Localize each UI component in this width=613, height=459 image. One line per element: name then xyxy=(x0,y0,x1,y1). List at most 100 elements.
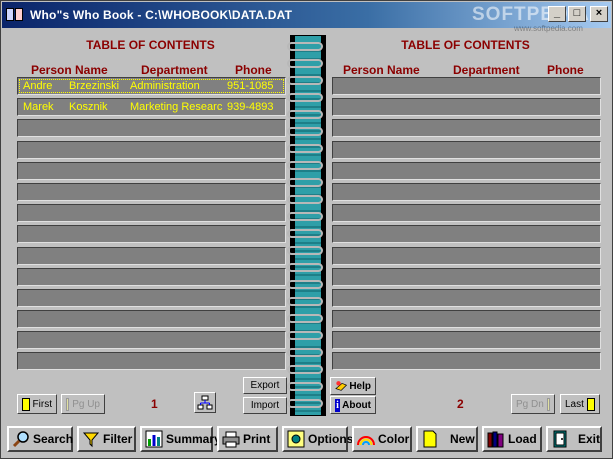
help-icon xyxy=(335,381,348,391)
export-button[interactable]: Export xyxy=(243,377,287,394)
options-icon xyxy=(287,430,305,448)
binder-ring xyxy=(287,314,323,323)
table-row[interactable] xyxy=(332,119,601,138)
right-col-phone: Phone xyxy=(547,63,584,77)
binder-ring xyxy=(287,144,323,153)
new-page-icon xyxy=(423,430,437,448)
person-last-name: Kosznik xyxy=(69,101,108,114)
department-cell: Marketing Researc xyxy=(130,101,223,114)
page-icon xyxy=(66,397,70,411)
binder-ring xyxy=(287,93,323,102)
org-chart-icon xyxy=(197,395,213,409)
phone-cell: 951-1085 xyxy=(227,80,274,92)
color-button[interactable]: Color xyxy=(352,426,412,452)
exit-button[interactable]: Exit xyxy=(546,426,602,452)
table-row[interactable] xyxy=(332,267,601,286)
book-spine xyxy=(287,35,326,416)
table-row[interactable] xyxy=(332,225,601,244)
table-row[interactable] xyxy=(17,352,286,371)
table-row[interactable] xyxy=(17,182,286,201)
table-row[interactable] xyxy=(17,140,286,159)
first-page-button[interactable]: First xyxy=(17,394,57,414)
binder-ring xyxy=(287,127,323,136)
import-button[interactable]: Import xyxy=(243,397,287,414)
close-button[interactable]: × xyxy=(590,6,608,22)
table-row[interactable] xyxy=(332,98,601,117)
page-icon xyxy=(22,397,30,411)
maximize-button[interactable]: □ xyxy=(568,6,586,22)
page-up-button[interactable]: Pg Up xyxy=(61,394,105,414)
help-button[interactable]: Help xyxy=(330,377,376,395)
summary-chart-icon xyxy=(145,430,163,448)
main-toolbar: Search Filter Summary Print Options Colo… xyxy=(1,421,612,458)
table-row[interactable] xyxy=(332,331,601,350)
binder-ring xyxy=(287,399,323,408)
search-icon xyxy=(12,431,29,448)
window-title: Who"s Who Book - C:\WHOBOOK\DATA.DAT xyxy=(30,8,293,22)
left-col-person: Person Name xyxy=(31,63,108,77)
table-row[interactable] xyxy=(332,352,601,371)
table-row[interactable] xyxy=(332,182,601,201)
binder-ring xyxy=(287,331,323,340)
binder-ring xyxy=(287,280,323,289)
page-icon xyxy=(586,397,595,411)
binder-ring xyxy=(287,59,323,68)
printer-icon xyxy=(222,431,240,448)
title-bar[interactable]: Who"s Who Book - C:\WHOBOOK\DATA.DAT SOF… xyxy=(2,2,611,33)
table-row[interactable] xyxy=(17,119,286,138)
options-button[interactable]: Options xyxy=(282,426,353,452)
filter-icon xyxy=(82,432,100,448)
binder-ring xyxy=(287,178,323,187)
person-first-name: Andre xyxy=(23,80,53,92)
table-row[interactable] xyxy=(17,267,286,286)
app-window: Who"s Who Book - C:\WHOBOOK\DATA.DAT SOF… xyxy=(0,0,613,459)
load-button[interactable]: Load xyxy=(482,426,542,452)
table-row[interactable] xyxy=(17,204,286,223)
table-row[interactable]: Andre Brzezinski Administration 951-1085 xyxy=(17,77,286,95)
right-page: TABLE OF CONTENTS Person Name Department… xyxy=(328,33,603,378)
table-row[interactable] xyxy=(17,310,286,329)
binder-ring xyxy=(287,76,323,85)
print-button[interactable]: Print xyxy=(217,426,278,452)
new-button[interactable]: New xyxy=(416,426,478,452)
table-row[interactable] xyxy=(17,288,286,307)
table-row[interactable] xyxy=(332,288,601,307)
binder-ring xyxy=(287,212,323,221)
left-col-department: Department xyxy=(141,63,208,77)
left-page: TABLE OF CONTENTS Person Name Department… xyxy=(13,33,288,378)
org-chart-button[interactable] xyxy=(194,392,216,413)
filter-button[interactable]: Filter xyxy=(77,426,136,452)
binder-ring xyxy=(287,348,323,357)
table-row[interactable] xyxy=(17,331,286,350)
watermark-url: www.softpedia.com xyxy=(514,24,583,33)
table-row[interactable] xyxy=(332,246,601,265)
table-row[interactable] xyxy=(17,225,286,244)
summary-button[interactable]: Summary xyxy=(140,426,221,452)
table-row[interactable] xyxy=(17,161,286,180)
right-col-department: Department xyxy=(453,63,520,77)
table-row[interactable]: Marek Kosznik Marketing Researc 939-4893 xyxy=(17,98,286,117)
binder-ring xyxy=(287,297,323,306)
binder-ring xyxy=(287,195,323,204)
table-row[interactable] xyxy=(17,246,286,265)
rainbow-icon xyxy=(357,436,375,446)
table-row[interactable] xyxy=(332,204,601,223)
about-button[interactable]: i About xyxy=(330,396,376,414)
table-row[interactable] xyxy=(332,310,601,329)
binder-ring xyxy=(287,382,323,391)
table-row[interactable] xyxy=(332,77,601,95)
person-last-name: Brzezinski xyxy=(69,80,120,92)
binder-ring xyxy=(287,246,323,255)
right-contents-list xyxy=(332,77,601,374)
left-toc-title: TABLE OF CONTENTS xyxy=(86,38,215,52)
minimize-button[interactable]: _ xyxy=(548,6,566,22)
binder-ring xyxy=(287,263,323,272)
last-page-button[interactable]: Last xyxy=(560,394,600,414)
page-down-button[interactable]: Pg Dn xyxy=(511,394,555,414)
info-icon: i xyxy=(335,398,341,412)
table-row[interactable] xyxy=(332,140,601,159)
search-button[interactable]: Search xyxy=(7,426,73,452)
table-row[interactable] xyxy=(332,161,601,180)
binder-ring xyxy=(287,42,323,51)
right-toc-title: TABLE OF CONTENTS xyxy=(401,38,530,52)
